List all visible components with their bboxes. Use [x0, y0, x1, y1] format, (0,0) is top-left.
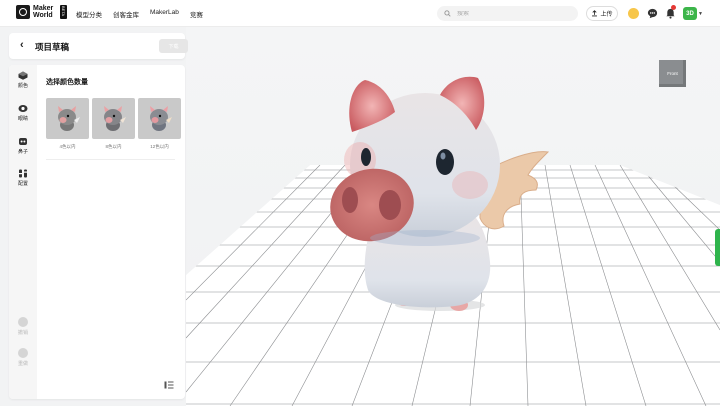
color-option-12[interactable]: 12色以内: [138, 98, 181, 150]
color-icon: [18, 71, 28, 80]
logo-mark-icon: [16, 5, 30, 19]
pig-thumbnail: [46, 98, 89, 139]
top-nav-bar: Maker World BETA 模型分类 创客金库 MakerLab 竞赛 上…: [0, 0, 720, 27]
eye-icon: [18, 105, 28, 112]
chevron-down-icon[interactable]: ▼: [698, 11, 703, 17]
search-icon: [444, 10, 451, 17]
download-button[interactable]: 下载: [159, 39, 188, 53]
back-arrow-icon[interactable]: ‹: [20, 39, 24, 51]
nav-item-makerlab[interactable]: MakerLab: [150, 9, 179, 19]
edit-panel: 颜色 眼睛 鼻子 配置 撤销 重做 选择颜色数量 4色以内 8色以内 12色以内: [9, 65, 185, 399]
pig-thumbnail: [92, 98, 135, 139]
undo-button[interactable]: 撤销: [9, 317, 37, 336]
redo-label: 重做: [17, 361, 28, 367]
rail-label-config: 配置: [17, 181, 28, 187]
color-option-4[interactable]: 4色以内: [46, 98, 89, 150]
chat-icon[interactable]: [647, 8, 658, 19]
coin-icon[interactable]: [628, 8, 639, 19]
search-box[interactable]: [437, 6, 578, 21]
side-feedback-tab[interactable]: [715, 229, 720, 266]
notification-dot: [671, 5, 676, 10]
color-option-8[interactable]: 8色以内: [92, 98, 135, 150]
model-scene[interactable]: [186, 27, 720, 406]
rail-item-color[interactable]: 颜色: [9, 71, 37, 89]
option-label: 4色以内: [59, 144, 76, 149]
logo-line-2: World: [33, 12, 53, 19]
rail-item-config[interactable]: 配置: [9, 169, 37, 187]
rail-label-color: 颜色: [17, 83, 28, 89]
config-icon: [18, 169, 28, 178]
upload-label: 上传: [600, 12, 613, 18]
nav-item-contest[interactable]: 竞赛: [190, 9, 203, 19]
main-nav: 模型分类 创客金库 MakerLab 竞赛: [76, 9, 203, 19]
nose-icon: [19, 138, 27, 145]
nav-item-model-category[interactable]: 模型分类: [76, 9, 102, 19]
upload-button[interactable]: 上传: [586, 6, 618, 21]
upload-icon: [592, 10, 598, 17]
page-title: 项目草稿: [35, 42, 70, 52]
redo-button[interactable]: 重做: [9, 348, 37, 367]
tool-rail: 颜色 眼睛 鼻子 配置 撤销 重做: [9, 65, 37, 399]
makerworld-logo[interactable]: Maker World BETA: [16, 5, 67, 19]
pig-thumbnail: [138, 98, 181, 139]
logo-line-1: Maker: [33, 5, 54, 12]
user-avatar[interactable]: 3D: [683, 7, 697, 20]
section-divider: [46, 159, 175, 160]
rail-item-nose[interactable]: 鼻子: [9, 137, 37, 155]
rail-item-eyes[interactable]: 眼睛: [9, 104, 37, 122]
view-cube[interactable]: Front: [659, 60, 686, 87]
rail-label-eyes: 眼睛: [17, 116, 28, 122]
rail-label-nose: 鼻子: [17, 149, 28, 155]
section-title: 选择颜色数量: [46, 79, 88, 86]
option-label: 12色以内: [150, 144, 169, 149]
option-label: 8色以内: [105, 144, 122, 149]
beta-badge: BETA: [60, 5, 67, 19]
redo-icon: [18, 348, 28, 358]
color-option-list: 4色以内 8色以内 12色以内: [46, 98, 181, 150]
color-count-section: 选择颜色数量 4色以内 8色以内 12色以内: [46, 77, 181, 160]
undo-label: 撤销: [17, 330, 28, 336]
project-header: ‹ 项目草稿 下载: [9, 33, 188, 59]
nav-item-maker-vault[interactable]: 创客金库: [113, 9, 139, 19]
undo-icon: [18, 317, 28, 327]
collapse-panel-icon[interactable]: [164, 381, 174, 389]
model-viewport[interactable]: [186, 27, 720, 406]
search-input[interactable]: [457, 10, 557, 17]
